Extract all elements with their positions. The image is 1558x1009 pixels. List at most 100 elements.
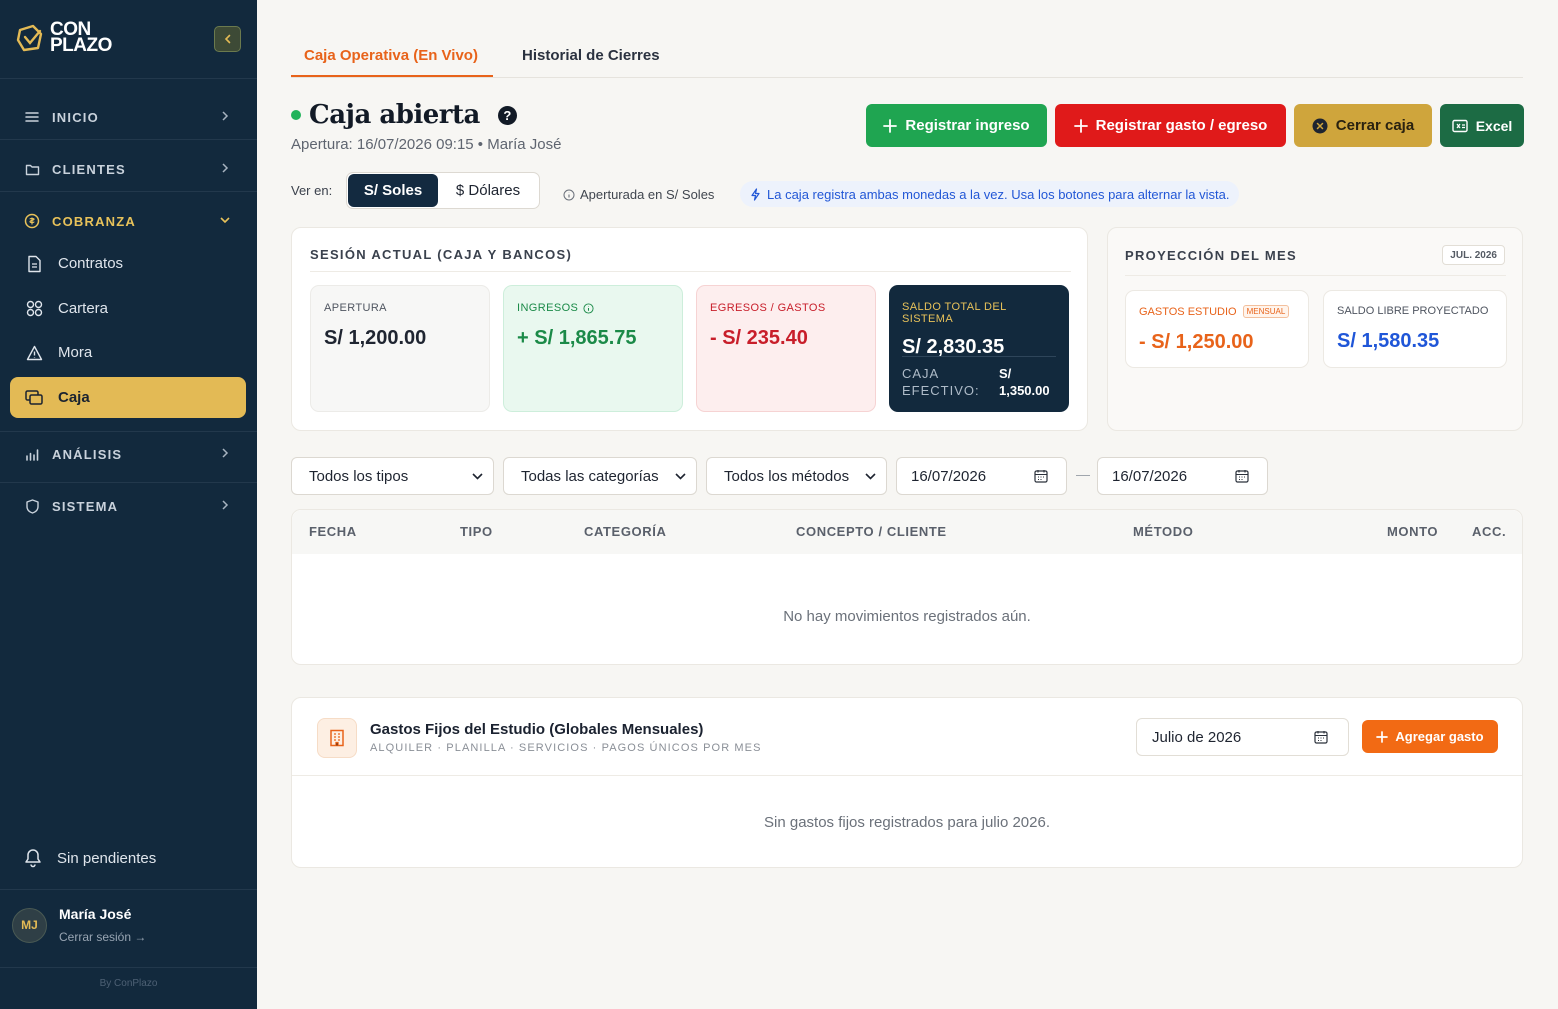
user-name: María José xyxy=(59,906,132,922)
tab-bar: Caja Operativa (En Vivo) Historial de Ci… xyxy=(291,40,1523,78)
info-icon[interactable] xyxy=(583,302,594,314)
stat-label: APERTURA xyxy=(324,302,387,314)
type-filter-select[interactable]: Todos los tipos xyxy=(291,457,494,495)
currency-toggle: S/ Soles $ Dólares xyxy=(346,172,540,209)
stat-value: - S/ 1,250.00 xyxy=(1139,331,1254,353)
sidebar-section-analisis[interactable]: ANÁLISIS xyxy=(0,434,257,474)
folder-icon xyxy=(24,161,40,177)
sidebar-divider xyxy=(0,78,257,79)
close-circle-icon xyxy=(1312,118,1328,133)
chevron-left-icon xyxy=(224,34,230,44)
grid-icon xyxy=(25,300,43,318)
currency-soles-button[interactable]: S/ Soles xyxy=(348,174,438,207)
calendar-icon[interactable] xyxy=(1235,469,1249,483)
sidebar-section-cobranza[interactable]: COBRANZA xyxy=(0,201,257,241)
pending-label: Sin pendientes xyxy=(57,849,157,867)
select-value: Todos los métodos xyxy=(724,467,850,485)
sidebar-item-cartera[interactable]: Cartera xyxy=(10,288,246,329)
sidebar-item-contratos[interactable]: Contratos xyxy=(10,243,246,284)
lightning-icon xyxy=(751,187,760,201)
register-income-button[interactable]: Registrar ingreso xyxy=(866,104,1047,147)
collapse-sidebar-button[interactable] xyxy=(214,26,241,52)
stat-label-row: INGRESOS xyxy=(517,302,669,314)
chevron-down-icon xyxy=(865,472,876,480)
date-from-input[interactable]: 16/07/2026 xyxy=(896,457,1067,495)
table-empty-message: No hay movimientos registrados aún. xyxy=(783,608,1031,625)
cash-label-line-2: EFECTIVO: xyxy=(902,383,980,398)
month-badge: JUL. 2026 xyxy=(1442,245,1505,265)
export-excel-button[interactable]: Excel xyxy=(1440,104,1524,147)
column-header-acciones: ACC. xyxy=(1472,524,1507,539)
button-label: Agregar gasto xyxy=(1395,729,1484,744)
sidebar-section-sistema[interactable]: SISTEMA xyxy=(0,486,257,526)
calendar-icon[interactable] xyxy=(1034,469,1048,483)
tab-caja-operativa[interactable]: Caja Operativa (En Vivo) xyxy=(304,47,478,64)
page-header: Caja abierta ? xyxy=(291,100,517,130)
column-header-concepto[interactable]: CONCEPTO / CLIENTE xyxy=(796,524,947,539)
status-dot xyxy=(291,110,301,120)
sidebar-section-label: ANÁLISIS xyxy=(52,446,123,462)
sidebar-item-mora[interactable]: Mora xyxy=(10,332,246,373)
notifications-button[interactable]: Sin pendientes xyxy=(24,848,156,868)
opened-currency-text: Aperturada en S/ Soles xyxy=(580,187,715,202)
conplazo-logo[interactable]: CON PLAZO xyxy=(14,20,112,55)
fixed-expenses-title: Gastos Fijos del Estudio (Globales Mensu… xyxy=(370,721,704,738)
sidebar-divider xyxy=(0,482,257,483)
chevron-down-icon xyxy=(472,472,483,480)
shield-icon xyxy=(24,498,40,514)
plus-icon xyxy=(1073,118,1088,133)
chevron-right-icon xyxy=(222,448,229,458)
stat-apertura: APERTURA S/ 1,200.00 xyxy=(310,285,490,412)
date-to-input[interactable]: 16/07/2026 xyxy=(1097,457,1268,495)
sidebar-section-label: INICIO xyxy=(52,109,99,125)
button-label: Registrar ingreso xyxy=(905,117,1030,134)
cash-label: CAJA EFECTIVO: xyxy=(902,365,980,399)
close-cash-button[interactable]: Cerrar caja xyxy=(1294,104,1432,147)
logo-mark-icon xyxy=(16,24,43,52)
currency-info-banner: La caja registra ambas monedas a la vez.… xyxy=(740,181,1240,207)
document-icon xyxy=(25,255,43,273)
column-header-monto[interactable]: MONTO xyxy=(1387,524,1438,539)
category-filter-select[interactable]: Todas las categorías xyxy=(503,457,697,495)
stat-label: GASTOS ESTUDIO xyxy=(1139,305,1237,318)
sidebar-section-inicio[interactable]: INICIO xyxy=(0,97,257,137)
column-header-tipo[interactable]: TIPO xyxy=(460,524,493,539)
sidebar-divider xyxy=(0,889,257,890)
sidebar-divider xyxy=(0,967,257,968)
sidebar-item-caja[interactable]: Caja xyxy=(10,377,246,418)
column-header-categoria[interactable]: CATEGORÍA xyxy=(584,524,666,539)
help-icon[interactable]: ? xyxy=(497,105,517,125)
chevron-down-icon xyxy=(220,217,230,224)
currency-dollars-button[interactable]: $ Dólares xyxy=(439,174,537,207)
sidebar-item-label: Mora xyxy=(58,344,93,361)
sidebar-section-clientes[interactable]: CLIENTES xyxy=(0,149,257,189)
session-card: SESIÓN ACTUAL (CAJA Y BANCOS) APERTURA S… xyxy=(291,227,1088,431)
stat-saldo-libre: SALDO LIBRE PROYECTADO S/ 1,580.35 xyxy=(1323,290,1507,368)
stat-ingresos: INGRESOS + S/ 1,865.75 xyxy=(503,285,683,412)
cash-value-line-2: 1,350.00 xyxy=(999,383,1050,398)
sidebar-section-label: CLIENTES xyxy=(52,161,126,177)
chevron-down-icon xyxy=(675,472,686,480)
button-label: Registrar gasto / egreso xyxy=(1095,117,1268,134)
stat-label: EGRESOS / GASTOS xyxy=(710,302,826,314)
sidebar-section-label: SISTEMA xyxy=(52,498,119,514)
cash-label-line-1: CAJA xyxy=(902,366,940,381)
building-icon xyxy=(317,718,357,758)
plus-icon xyxy=(883,118,898,133)
sidebar-item-label: Contratos xyxy=(58,255,124,272)
tab-historial-cierres[interactable]: Historial de Cierres xyxy=(522,47,660,64)
spreadsheet-icon xyxy=(1452,119,1468,132)
sidebar-divider xyxy=(0,431,257,432)
byline: By ConPlazo xyxy=(99,978,158,989)
add-expense-button[interactable]: Agregar gasto xyxy=(1362,720,1498,753)
monthly-badge: MENSUAL xyxy=(1242,305,1290,318)
stat-saldo-total: SALDO TOTAL DEL SISTEMA S/ 2,830.35 CAJA… xyxy=(889,285,1069,412)
logout-link[interactable]: Cerrar sesión → xyxy=(59,930,146,944)
select-value: Todos los tipos xyxy=(309,467,409,485)
method-filter-select[interactable]: Todos los métodos xyxy=(706,457,887,495)
month-picker[interactable]: Julio de 2026 xyxy=(1136,718,1349,756)
column-header-metodo[interactable]: MÉTODO xyxy=(1133,524,1193,539)
column-header-fecha[interactable]: FECHA xyxy=(309,524,357,539)
register-expense-button[interactable]: Registrar gasto / egreso xyxy=(1055,104,1286,147)
menu-icon xyxy=(24,109,40,125)
